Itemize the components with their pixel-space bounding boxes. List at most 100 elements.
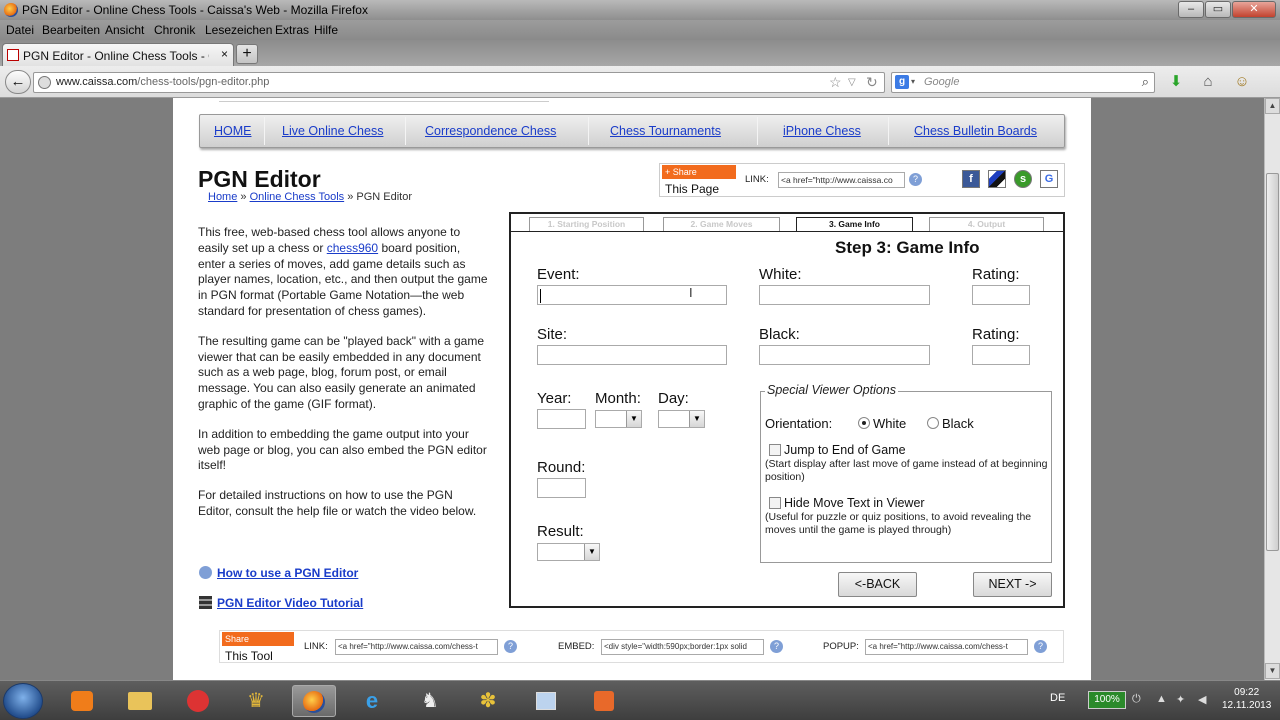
- menu-datei[interactable]: Datei: [6, 23, 34, 37]
- help-icon[interactable]: ?: [770, 640, 783, 653]
- google-bookmark-icon[interactable]: G: [1040, 170, 1058, 188]
- black-rating-field[interactable]: [972, 345, 1030, 365]
- office-app-icon[interactable]: [582, 685, 626, 717]
- download-icon[interactable]: ⬇: [1166, 73, 1186, 91]
- event-field[interactable]: [537, 285, 727, 305]
- dropdown-arrow-icon[interactable]: ▼: [626, 411, 641, 427]
- power-plug-icon[interactable]: ⏻: [1132, 693, 1141, 706]
- crown-app-icon[interactable]: ♛: [234, 685, 278, 717]
- share-button[interactable]: + Share: [662, 165, 736, 179]
- site-field[interactable]: [537, 345, 727, 365]
- language-indicator[interactable]: DE: [1050, 692, 1065, 704]
- video-tutorial-link[interactable]: PGN Editor Video Tutorial: [199, 596, 363, 610]
- history-dropdown-icon[interactable]: ▽: [848, 77, 856, 88]
- clock[interactable]: 09:22 12.11.2013: [1222, 686, 1271, 712]
- image-viewer-icon[interactable]: [524, 685, 568, 717]
- year-field[interactable]: [537, 409, 586, 429]
- explorer-folder-icon[interactable]: [118, 685, 162, 717]
- internet-explorer-icon[interactable]: e: [350, 685, 394, 717]
- network-icon[interactable]: ✦: [1176, 693, 1185, 706]
- jump-to-end-label[interactable]: Jump to End of Game: [784, 443, 906, 457]
- help-icon[interactable]: ?: [504, 640, 517, 653]
- menu-chronik[interactable]: Chronik: [154, 23, 195, 37]
- vertical-scrollbar[interactable]: ▲ ▼: [1264, 98, 1280, 680]
- minimize-button[interactable]: –: [1178, 1, 1204, 18]
- bee-app-icon[interactable]: ✽: [466, 685, 510, 717]
- help-icon[interactable]: ?: [909, 173, 922, 186]
- next-step-button[interactable]: NEXT ->: [973, 572, 1052, 597]
- scroll-up-icon[interactable]: ▲: [1265, 98, 1280, 114]
- menu-extras[interactable]: Extras: [275, 23, 309, 37]
- battery-indicator[interactable]: 100%: [1088, 691, 1126, 709]
- dropdown-arrow-icon[interactable]: ▼: [584, 544, 599, 560]
- how-to-link[interactable]: How to use a PGN Editor: [199, 566, 358, 580]
- firefox-taskbar-icon[interactable]: [292, 685, 336, 717]
- reload-icon[interactable]: ↻: [866, 74, 878, 91]
- nav-home[interactable]: HOME: [214, 124, 252, 138]
- hide-move-text-checkbox[interactable]: [769, 497, 781, 509]
- browser-tab[interactable]: PGN Editor - Online Chess Tools - Caissa…: [2, 43, 234, 66]
- tab-output[interactable]: 4. Output: [929, 217, 1044, 231]
- engine-dropdown-icon[interactable]: ▾: [911, 77, 915, 86]
- address-bar[interactable]: www.caissa.com/chess-tools/pgn-editor.ph…: [33, 72, 885, 93]
- chess-knight-icon[interactable]: ♞: [408, 685, 452, 717]
- start-button[interactable]: [3, 683, 43, 719]
- day-select[interactable]: ▼: [658, 410, 705, 428]
- menu-lesezeichen[interactable]: Lesezeichen: [205, 23, 272, 37]
- hide-move-text-label[interactable]: Hide Move Text in Viewer: [784, 496, 925, 510]
- orientation-white-radio[interactable]: [858, 417, 870, 429]
- search-input[interactable]: Google: [924, 76, 959, 88]
- help-icon[interactable]: ?: [1034, 640, 1047, 653]
- media-player-icon[interactable]: [60, 685, 104, 717]
- back-step-button[interactable]: <-BACK: [838, 572, 917, 597]
- addon-icon[interactable]: ☺: [1232, 73, 1252, 91]
- white-player-field[interactable]: [759, 285, 930, 305]
- home-icon[interactable]: ⌂: [1198, 73, 1218, 91]
- popup-code-field[interactable]: <a href="http://www.caissa.com/chess-t: [865, 639, 1028, 655]
- maximize-button[interactable]: ▭: [1205, 1, 1231, 18]
- chess-app-icon[interactable]: [176, 685, 220, 717]
- nav-live-online-chess[interactable]: Live Online Chess: [282, 124, 383, 138]
- orientation-black-label[interactable]: Black: [942, 416, 974, 431]
- nav-chess-bulletin-boards[interactable]: Chess Bulletin Boards: [914, 124, 1037, 138]
- tab-game-info[interactable]: 3. Game Info: [796, 217, 913, 231]
- nav-iphone-chess[interactable]: iPhone Chess: [783, 124, 861, 138]
- scroll-down-icon[interactable]: ▼: [1265, 663, 1280, 679]
- facebook-icon[interactable]: f: [962, 170, 980, 188]
- menu-bearbeiten[interactable]: Bearbeiten: [42, 23, 100, 37]
- orientation-white-label[interactable]: White: [873, 416, 906, 431]
- tab-game-moves[interactable]: 2. Game Moves: [663, 217, 780, 231]
- black-player-field[interactable]: [759, 345, 930, 365]
- white-rating-field[interactable]: [972, 285, 1030, 305]
- google-icon[interactable]: g: [895, 75, 909, 89]
- volume-icon[interactable]: ◀: [1198, 693, 1206, 706]
- new-tab-button[interactable]: +: [236, 44, 258, 64]
- search-icon[interactable]: ⌕: [1142, 74, 1149, 90]
- dropdown-arrow-icon[interactable]: ▼: [689, 411, 704, 427]
- scroll-thumb[interactable]: [1266, 173, 1279, 551]
- link-code-field[interactable]: <a href="http://www.caissa.co: [778, 172, 905, 188]
- close-window-button[interactable]: ✕: [1232, 1, 1276, 18]
- month-select[interactable]: ▼: [595, 410, 642, 428]
- share-button[interactable]: Share: [222, 632, 294, 646]
- result-select[interactable]: ▼: [537, 543, 600, 561]
- tab-starting-position[interactable]: 1. Starting Position: [529, 217, 644, 231]
- close-tab-icon[interactable]: ×: [221, 47, 228, 61]
- orientation-black-radio[interactable]: [927, 417, 939, 429]
- nav-correspondence-chess[interactable]: Correspondence Chess: [425, 124, 556, 138]
- show-hidden-icons[interactable]: ▲: [1156, 693, 1167, 705]
- stumbleupon-icon[interactable]: s: [1014, 170, 1032, 188]
- menu-ansicht[interactable]: Ansicht: [105, 23, 144, 37]
- link-code-field[interactable]: <a href="http://www.caissa.com/chess-t: [335, 639, 498, 655]
- breadcrumb-tools[interactable]: Online Chess Tools: [250, 191, 345, 203]
- jump-to-end-checkbox[interactable]: [769, 444, 781, 456]
- breadcrumb-home[interactable]: Home: [208, 191, 237, 203]
- delicious-icon[interactable]: [988, 170, 1006, 188]
- embed-code-field[interactable]: <div style="width:590px;border:1px solid: [601, 639, 764, 655]
- bookmark-star-icon[interactable]: ☆: [829, 74, 842, 91]
- chess960-link[interactable]: chess960: [327, 241, 378, 255]
- round-field[interactable]: [537, 478, 586, 498]
- search-bar[interactable]: g ▾ Google ⌕: [891, 72, 1155, 93]
- menu-hilfe[interactable]: Hilfe: [314, 23, 338, 37]
- back-button[interactable]: ←: [5, 70, 31, 94]
